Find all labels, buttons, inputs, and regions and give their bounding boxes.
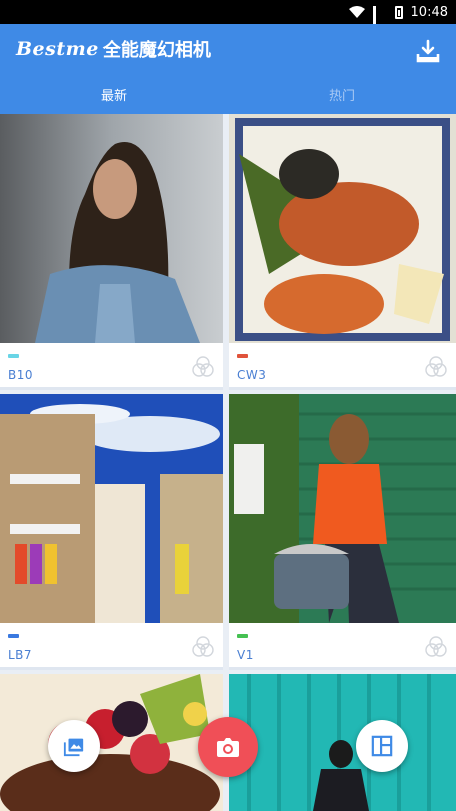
camera-icon [217,738,239,757]
gallery-icon [63,738,84,757]
gallery-button[interactable] [48,720,100,772]
blend-circles-icon [425,356,447,377]
filter-footer: CW3 [229,343,456,387]
filter-label: V1 [237,648,254,662]
filter-accent-bar [8,354,19,358]
filter-card-lb7[interactable]: LB7 [0,394,223,670]
app-bar: Bestme 全能魔幻相机 最新 热门 [0,24,456,114]
app-logo: Bestme [16,38,99,60]
filter-card-b10[interactable]: B10 [0,114,223,390]
blend-circles-icon [192,636,214,657]
tab-latest[interactable]: 最新 [0,82,228,114]
battery-icon [394,5,403,19]
tab-popular[interactable]: 热门 [228,82,456,114]
filter-card-v1[interactable]: V1 [229,394,456,670]
status-bar: 10:48 [0,0,456,36]
filter-footer: V1 [229,623,456,667]
filter-thumbnail [229,674,456,811]
filter-card-cw3[interactable]: CW3 [229,114,456,390]
filter-footer: LB7 [0,623,223,667]
filter-footer: B10 [0,343,223,387]
app-title: 全能魔幻相机 [102,40,211,61]
signal-icon [372,6,387,36]
collage-layout-button[interactable] [356,720,408,772]
filter-thumbnail [229,114,456,343]
tab-bar: 最新 热门 [0,82,456,114]
filter-thumbnail [229,394,456,623]
filter-accent-bar [8,634,19,638]
status-time: 10:48 [410,4,448,20]
filter-thumbnail [0,674,223,811]
wifi-icon [348,6,365,18]
filter-card-berries[interactable] [0,674,223,811]
download-icon[interactable] [416,39,440,63]
filter-label: CW3 [237,368,267,382]
camera-button[interactable] [198,717,258,777]
filter-label: B10 [8,368,34,382]
filter-thumbnail [0,114,223,343]
filter-accent-bar [237,354,248,358]
filter-thumbnail [0,394,223,623]
filter-accent-bar [237,634,248,638]
layout-icon [371,735,393,757]
filter-label: LB7 [8,648,33,662]
blend-circles-icon [425,636,447,657]
filter-card-teal-wall[interactable] [229,674,456,811]
blend-circles-icon [192,356,214,377]
brand: Bestme 全能魔幻相机 [16,36,211,62]
